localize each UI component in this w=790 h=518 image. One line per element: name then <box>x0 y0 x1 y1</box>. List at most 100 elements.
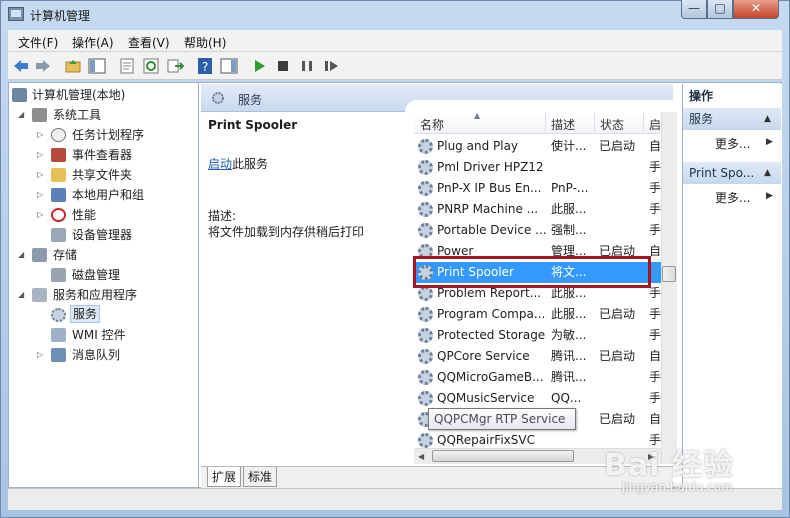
expand-arrow-icon[interactable]: ▷ <box>37 186 47 204</box>
column-separator[interactable] <box>545 112 546 134</box>
service-row[interactable]: PNRP Machine ... 此服... 手 <box>414 199 661 220</box>
back-arrow-icon[interactable] <box>12 57 30 75</box>
maximize-button[interactable]: □ <box>707 0 733 19</box>
tree-node-message-queue[interactable]: ▷ 消息队列 <box>37 346 187 364</box>
column-startup-type[interactable]: 启 <box>649 116 661 133</box>
column-separator[interactable] <box>643 112 644 134</box>
wmi-icon <box>51 328 66 342</box>
service-row[interactable]: Program Compa... 此服... 已启动手 <box>414 304 661 325</box>
tree-node-event-viewer[interactable]: ▷ 事件查看器 <box>37 146 187 164</box>
vertical-scrollbar[interactable] <box>661 112 677 464</box>
service-name-cell: QQMicroGameB... <box>437 370 544 384</box>
service-status-cell: 已启动 <box>599 139 636 153</box>
service-gear-icon <box>418 391 433 406</box>
forward-arrow-icon[interactable] <box>34 57 52 75</box>
tree-label: 服务 <box>70 305 101 323</box>
tree-node-local-users[interactable]: ▷ 本地用户和组 <box>37 186 187 204</box>
tree-node-system-tools[interactable]: ◢ 系统工具 <box>18 106 188 124</box>
column-status[interactable]: 状态 <box>600 116 624 133</box>
up-folder-icon[interactable] <box>64 57 82 75</box>
submenu-arrow-icon: ▶ <box>766 191 773 201</box>
tree-node-disk-management[interactable]: 磁盘管理 <box>37 266 187 284</box>
export-list-icon[interactable] <box>166 57 184 75</box>
vertical-scroll-thumb[interactable] <box>662 266 676 282</box>
start-service-icon[interactable] <box>250 57 268 75</box>
service-row[interactable]: QPCore Service 腾讯... 已启动自 <box>414 346 661 367</box>
description-label: 描述: <box>208 209 237 223</box>
column-description[interactable]: 描述 <box>551 116 575 133</box>
more-actions-services[interactable]: 更多... <box>715 135 750 152</box>
service-desc-cell: 强制... <box>551 223 587 237</box>
menu-bar: 文件(F) 操作(A) 查看(V) 帮助(H) <box>8 30 782 52</box>
menu-file[interactable]: 文件(F) <box>18 34 58 51</box>
horizontal-scroll-thumb[interactable] <box>432 450 574 462</box>
service-row[interactable]: QQMusicService QQ... 手 <box>414 388 661 409</box>
selected-service-name: Print Spooler <box>208 118 298 132</box>
service-row[interactable]: Plug and Play 使计... 已启动自 <box>414 136 661 157</box>
service-row[interactable]: PnP-X IP Bus En... PnP-... 手 <box>414 178 661 199</box>
expand-arrow-icon[interactable]: ▷ <box>37 206 47 224</box>
service-name-cell: Pml Driver HPZ12 <box>437 160 544 174</box>
service-gear-icon <box>418 223 433 238</box>
expand-arrow-icon[interactable]: ▷ <box>37 146 47 164</box>
users-icon <box>51 188 66 202</box>
tree-label: 设备管理器 <box>72 228 133 242</box>
close-button[interactable]: ✕ <box>733 0 779 19</box>
highlight-annotation-box <box>413 256 651 288</box>
tree-node-wmi[interactable]: WMI 控件 <box>37 326 187 344</box>
tree-label: 事件查看器 <box>72 148 133 162</box>
computer-icon <box>12 88 27 102</box>
tab-standard[interactable]: 标准 <box>243 467 278 487</box>
service-row[interactable]: QQMicroGameB... 腾讯... 手 <box>414 367 661 388</box>
menu-help[interactable]: 帮助(H) <box>184 34 226 51</box>
service-row[interactable]: Protected Storage 为敏... 手 <box>414 325 661 346</box>
expand-arrow-icon[interactable]: ▷ <box>37 126 47 144</box>
tree-node-storage[interactable]: ◢ 存储 <box>18 246 188 264</box>
tree-node-services-apps[interactable]: ◢ 服务和应用程序 <box>18 286 188 304</box>
properties-icon[interactable] <box>118 57 136 75</box>
stop-service-icon[interactable] <box>274 57 292 75</box>
tree-node-services[interactable]: 服务 <box>37 305 187 324</box>
pause-service-icon[interactable] <box>298 57 316 75</box>
show-hide-tree-icon[interactable] <box>88 57 106 75</box>
menu-action[interactable]: 操作(A) <box>72 34 114 51</box>
expand-arrow-icon[interactable]: ▷ <box>37 346 47 364</box>
services-header-title: 服务 <box>238 93 263 107</box>
service-name-cell: PNRP Machine ... <box>437 202 539 216</box>
collapse-arrow-icon[interactable]: ◢ <box>18 286 28 304</box>
tree-node-shared-folders[interactable]: ▷ 共享文件夹 <box>37 166 187 184</box>
service-row[interactable]: Portable Device ... 强制... 手 <box>414 220 661 241</box>
menu-view[interactable]: 查看(V) <box>128 34 170 51</box>
tree-node-device-manager[interactable]: 设备管理器 <box>37 226 187 244</box>
service-desc-cell: 使计... <box>551 139 587 153</box>
help-icon[interactable]: ? <box>196 57 214 75</box>
name-tooltip: QQPCMgr RTP Service <box>428 408 576 430</box>
column-separator[interactable] <box>594 112 595 134</box>
tree-label: 任务计划程序 <box>72 128 145 142</box>
scroll-left-icon[interactable]: ◀ <box>418 452 424 461</box>
tree-node-root[interactable]: 计算机管理(本地) <box>12 86 192 104</box>
start-service-link[interactable]: 启动 <box>208 155 232 172</box>
tree-label: 消息队列 <box>72 348 121 362</box>
more-actions-print-spooler[interactable]: 更多... <box>715 189 750 206</box>
collapse-arrow-icon[interactable]: ◢ <box>18 106 28 124</box>
column-name[interactable]: 名称 <box>420 116 444 133</box>
tree-node-task-scheduler[interactable]: ▷ 任务计划程序 <box>37 126 187 144</box>
service-row[interactable]: Pml Driver HPZ12 手 <box>414 157 661 178</box>
sort-ascending-icon: ▲ <box>474 111 481 120</box>
tree-node-performance[interactable]: ▷ 性能 <box>37 206 187 224</box>
collapse-caret-icon[interactable]: ▲ <box>764 114 771 124</box>
tab-extended[interactable]: 扩展 <box>207 467 242 487</box>
tree-label: 共享文件夹 <box>72 168 133 182</box>
service-gear-icon <box>418 433 433 448</box>
performance-icon <box>51 208 66 222</box>
service-name-cell: PnP-X IP Bus En... <box>437 181 542 195</box>
restart-service-icon[interactable] <box>322 57 340 75</box>
minimize-button[interactable]: — <box>681 0 707 19</box>
expand-arrow-icon[interactable]: ▷ <box>37 166 47 184</box>
service-name-cell: Plug and Play <box>437 139 519 153</box>
action-pane-icon[interactable] <box>220 57 238 75</box>
refresh-icon[interactable] <box>142 57 160 75</box>
collapse-caret-icon[interactable]: ▲ <box>764 168 771 178</box>
collapse-arrow-icon[interactable]: ◢ <box>18 246 28 264</box>
